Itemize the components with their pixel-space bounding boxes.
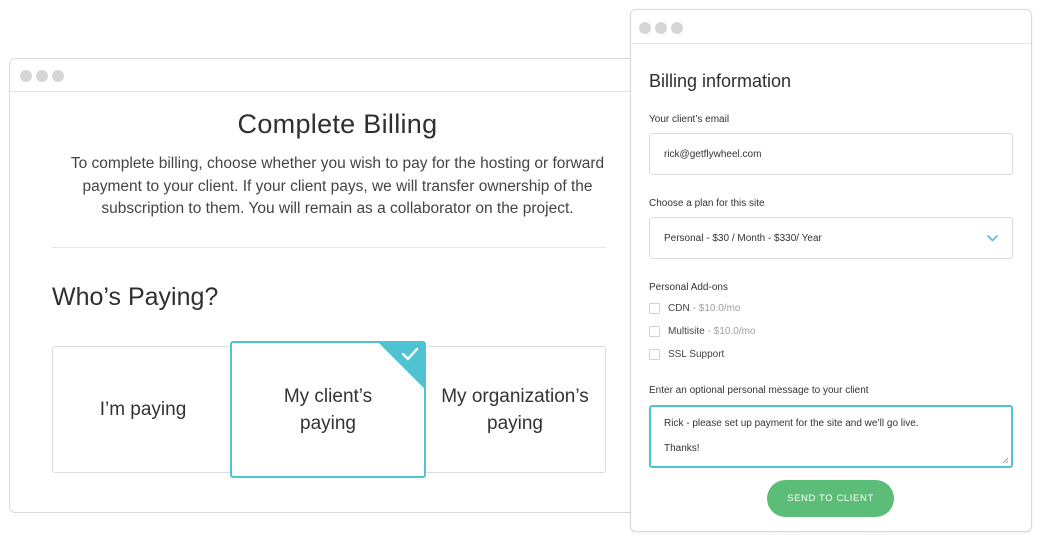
addon-checkbox[interactable] xyxy=(649,303,660,314)
option-organization-paying[interactable]: My organization’s paying xyxy=(425,347,605,472)
email-value: rick@getflywheel.com xyxy=(664,148,762,160)
plan-select[interactable]: Personal - $30 / Month - $330/ Year xyxy=(649,217,1013,259)
addon-checkbox[interactable] xyxy=(649,326,660,337)
plan-label: Choose a plan for this site xyxy=(649,198,765,209)
whos-paying-heading: Who’s Paying? xyxy=(52,283,219,311)
option-label: I’m paying xyxy=(99,399,187,420)
addon-price: - $10.0/mo xyxy=(707,326,756,337)
window-dot-icon xyxy=(36,70,48,82)
addon-multisite[interactable]: Multisite - $10.0/mo xyxy=(649,326,756,337)
option-client-paying[interactable]: My client’s paying xyxy=(230,341,426,478)
personal-message-input[interactable]: Rick - please set up payment for the sit… xyxy=(649,405,1013,468)
window-dot-icon xyxy=(639,22,651,34)
option-im-paying[interactable]: I’m paying xyxy=(53,347,233,472)
addons-label: Personal Add-ons xyxy=(649,282,728,293)
checkmark-icon xyxy=(401,347,419,361)
window-dot-icon xyxy=(20,70,32,82)
form-title: Billing information xyxy=(649,71,792,91)
send-to-client-button[interactable]: SEND TO CLIENT xyxy=(767,480,894,517)
addon-name: Multisite xyxy=(668,326,705,337)
plan-value: Personal - $30 / Month - $330/ Year xyxy=(664,232,822,244)
email-field[interactable]: rick@getflywheel.com xyxy=(649,133,1013,175)
message-label: Enter an optional personal message to yo… xyxy=(649,385,869,396)
resize-handle-icon[interactable] xyxy=(1002,457,1009,464)
chevron-down-icon xyxy=(987,234,998,242)
window-titlebar xyxy=(631,10,1031,44)
complete-billing-window: Complete Billing To complete billing, ch… xyxy=(9,58,649,513)
addon-checkbox[interactable] xyxy=(649,349,660,360)
email-label: Your client’s email xyxy=(649,114,730,125)
option-label: My organization’s paying xyxy=(441,385,589,434)
page-title: Complete Billing xyxy=(237,109,438,139)
message-line: Thanks! xyxy=(664,443,700,454)
addon-ssl-support[interactable]: SSL Support xyxy=(649,349,727,360)
addon-cdn[interactable]: CDN - $10.0/mo xyxy=(649,303,740,314)
window-titlebar xyxy=(10,59,648,92)
billing-description: To complete billing, choose whether you … xyxy=(70,155,605,217)
window-dot-icon xyxy=(671,22,683,34)
window-dot-icon xyxy=(655,22,667,34)
divider xyxy=(52,247,606,248)
addon-name: SSL Support xyxy=(668,349,725,360)
billing-information-window: Billing information Your client’s email … xyxy=(630,9,1032,532)
addon-price: - $10.0/mo xyxy=(692,303,741,314)
option-label: My client’s paying xyxy=(283,385,373,434)
selected-corner xyxy=(378,343,424,389)
message-line: Rick - please set up payment for the sit… xyxy=(664,418,919,429)
addon-name: CDN xyxy=(668,303,690,314)
window-dot-icon xyxy=(52,70,64,82)
